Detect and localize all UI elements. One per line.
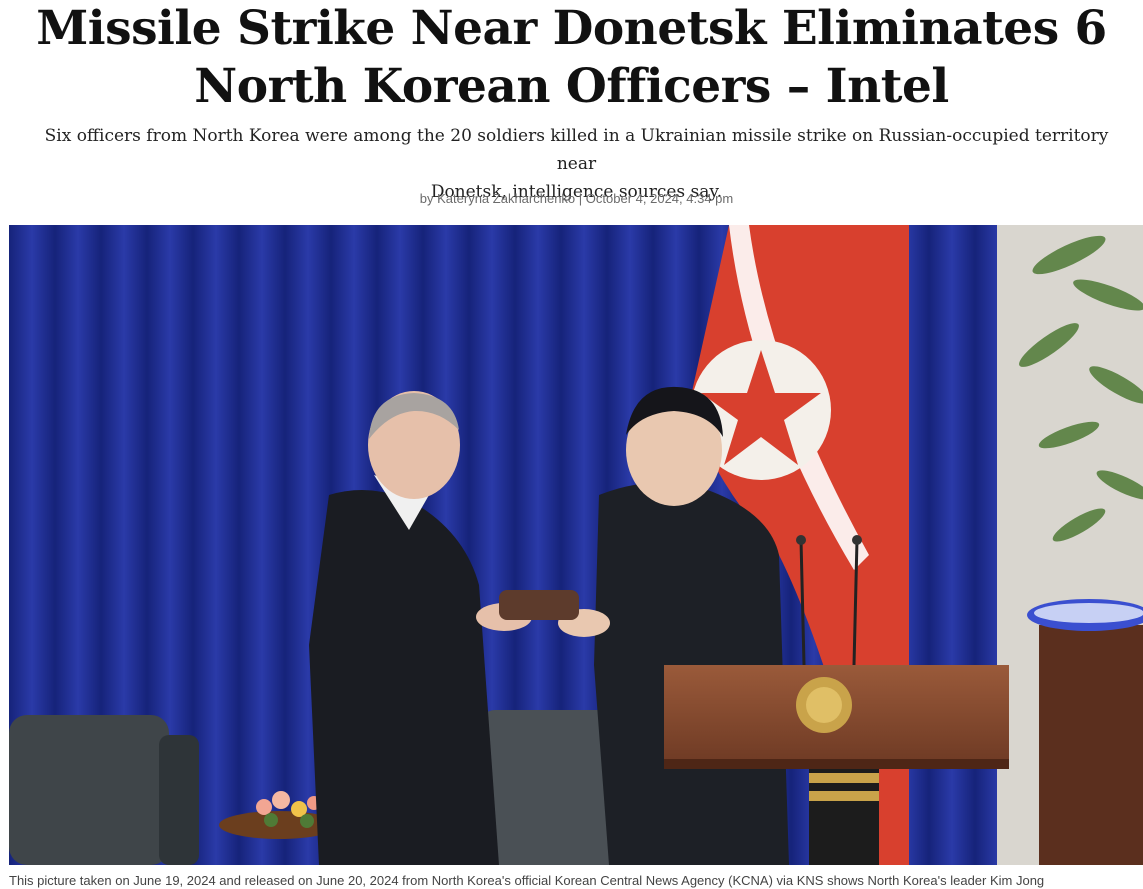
- headline-line-2: North Korean Officers – Intel: [194, 59, 949, 114]
- byline-separator: |: [578, 191, 583, 206]
- article-headline: Missile Strike Near Donetsk Eliminates 6…: [0, 0, 1143, 116]
- photo-illustration: [9, 225, 1143, 865]
- publish-date: October 4, 2024, 4:34 pm: [585, 191, 734, 206]
- byline-prefix: by: [419, 191, 434, 206]
- author-link[interactable]: Kateryna Zakharchenko: [437, 191, 575, 206]
- article-photo: [9, 225, 1143, 865]
- headline-line-1: Missile Strike Near Donetsk Eliminates 6: [36, 1, 1107, 56]
- photo-caption: This picture taken on June 19, 2024 and …: [9, 873, 1045, 888]
- article-byline: by Kateryna Zakharchenko | October 4, 20…: [0, 190, 1143, 208]
- subhead-line-1: Six officers from North Korea were among…: [44, 126, 1109, 174]
